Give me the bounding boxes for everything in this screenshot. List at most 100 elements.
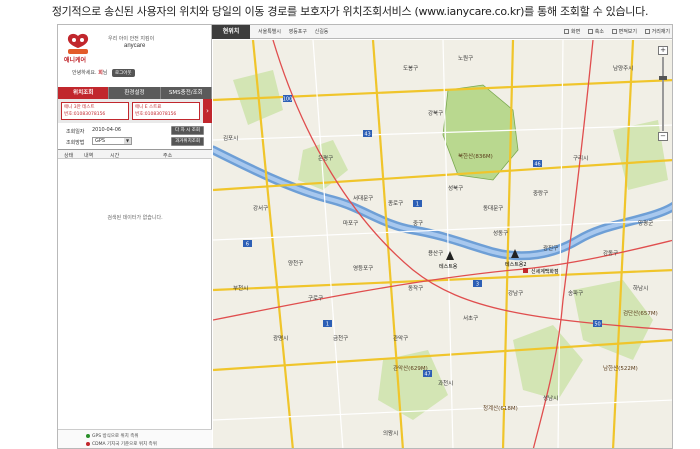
place-label: 구리시: [573, 154, 588, 162]
device-card[interactable]: 애니 E 스트료 번호:01083078156: [132, 102, 200, 120]
place-label: 양평군: [638, 219, 653, 227]
chevron-down-icon: ▼: [124, 138, 131, 144]
svg-text:100: 100: [283, 97, 293, 103]
gps-dot-icon: [86, 433, 90, 438]
place-label: 강서구: [253, 204, 268, 212]
device-card-number: 번호:01083078156: [135, 112, 177, 117]
logout-button[interactable]: 로그아웃: [112, 69, 135, 77]
device-card-name: 애니 3만 테스트: [64, 105, 95, 110]
place-label: 부천시: [233, 284, 248, 292]
device-card-number: 번호:01083078156: [64, 112, 106, 117]
tool-zoom-out[interactable]: 축소: [587, 29, 604, 35]
tool-screen[interactable]: 화면: [564, 29, 580, 35]
svg-text:3: 3: [476, 282, 479, 288]
brand-logo-icon: [67, 33, 89, 54]
greeting-suffix: 님: [102, 70, 108, 76]
legend-label: GPS 방식으로 위치 측위: [92, 434, 139, 439]
query-date-label: 조회일자: [66, 129, 85, 135]
place-label: 용산구: [428, 249, 443, 257]
place-label: 강북구: [428, 110, 443, 117]
query-method-select[interactable]: GPS ▼: [92, 137, 132, 145]
place-label: 관악구: [393, 334, 408, 342]
tab-settings[interactable]: 환경설정: [109, 87, 161, 99]
query-method-label: 조회방법: [66, 140, 85, 146]
next-arrow-icon[interactable]: ›: [203, 99, 212, 123]
place-label: 강남구: [508, 289, 523, 297]
empty-message: 검색된 데이터가 없습니다.: [107, 215, 163, 221]
place-label: 강동구: [603, 250, 618, 257]
query-method-value: GPS: [95, 138, 106, 144]
brand-logo-text: 애니케어: [64, 58, 87, 64]
checkbox-icon: [611, 29, 617, 34]
tab-current-location[interactable]: 현위치: [212, 25, 250, 39]
svg-text:50: 50: [594, 322, 600, 328]
svg-text:47: 47: [424, 372, 430, 378]
svg-text:신세계백화점: 신세계백화점: [531, 268, 559, 275]
place-label: 과천시: [438, 379, 453, 387]
map-toolbar: 화면 축소 면적보기 거리재기: [558, 28, 670, 35]
past-location-button[interactable]: 과거위치조회: [171, 137, 204, 146]
breadcrumb-item[interactable]: 서울특별시: [258, 29, 281, 35]
map-canvas[interactable]: 100 43 1 3 46 1 50 6 47 노원구 도봉구 강북구 성북구 …: [213, 40, 672, 448]
tool-distance[interactable]: 거리재기: [644, 29, 670, 35]
zoom-out-button[interactable]: −: [658, 132, 668, 141]
zoom-in-button[interactable]: +: [658, 46, 668, 55]
svg-text:43: 43: [364, 132, 370, 138]
place-label: 금천구: [333, 334, 348, 342]
device-card[interactable]: 애니 3만 테스트 번호:01083078156: [61, 102, 129, 120]
breadcrumb-item[interactable]: 신길동: [315, 29, 329, 35]
map-graphic: 100 43 1 3 46 1 50 6 47 노원구 도봉구 강북구 성북구 …: [213, 40, 672, 448]
cdma-dot-icon: [86, 441, 90, 446]
col-status: 상태: [64, 153, 74, 159]
page-caption: 정기적으로 송신된 사용자의 위치와 당일의 이동 경로를 보호자가 위치조회서…: [51, 5, 649, 18]
svg-text:테스트용2: 테스트용2: [505, 261, 527, 268]
legend-item: CDMA 기지국 기준으로 위치 측위: [86, 441, 157, 447]
checkbox-icon: [587, 29, 593, 34]
query-date-button[interactable]: 다 자 시 조회: [171, 126, 204, 135]
app-window: 애니케어 우리 아이 안전 지킴이 anycare 안녕하세요. 희님 로그아웃…: [57, 24, 673, 449]
checkbox-icon: [564, 29, 569, 34]
breadcrumb-item[interactable]: 영등포구: [289, 29, 307, 35]
col-address: 주소: [163, 153, 173, 159]
place-label: 남양주시: [613, 64, 633, 72]
place-label: 성북구: [448, 184, 463, 192]
place-label: 종로구: [388, 200, 403, 207]
place-label: 영등포구: [353, 264, 373, 272]
svg-text:1: 1: [326, 322, 329, 328]
map-header: 현위치 서울특별시 영등포구 신길동 화면 축소 면적보기 거리재기: [212, 25, 672, 39]
place-label: 성동구: [493, 229, 508, 237]
query-date-row: 조회일자 2010-04-06 다 자 시 조회: [58, 126, 212, 136]
mountain-label: 청계산(618M): [483, 404, 518, 412]
place-label: 서대문구: [353, 194, 373, 202]
legend: GPS 방식으로 위치 측위 CDMA 기지국 기준으로 위치 측위: [58, 429, 212, 448]
place-label: 양천구: [288, 259, 303, 267]
query-date-value[interactable]: 2010-04-06: [92, 127, 121, 133]
place-label: 김포시: [223, 135, 238, 142]
legend-label: CDMA 기지국 기준으로 위치 측위: [92, 442, 157, 447]
tool-area[interactable]: 면적보기: [611, 29, 637, 35]
svg-text:46: 46: [534, 162, 540, 168]
place-label: 서초구: [463, 314, 478, 322]
place-label: 중구: [413, 220, 423, 227]
place-label: 동작구: [408, 285, 423, 292]
list-header: 상태 내역 시간 주소: [58, 149, 212, 159]
mountain-label: 검단산(657M): [623, 309, 658, 317]
tab-location-query[interactable]: 위치조회: [58, 87, 110, 99]
device-card-name: 애니 E 스트료: [135, 105, 162, 110]
mountain-label: 남한산(522M): [603, 364, 638, 372]
place-label: 동대문구: [483, 204, 503, 212]
place-label: 노원구: [458, 54, 473, 62]
place-label: 마포구: [343, 219, 358, 227]
place-label: 광진구: [543, 244, 558, 252]
zoom-slider-handle[interactable]: [659, 76, 667, 80]
sidebar-tabs: 위치조회 환경설정 SMS충전/조회: [58, 87, 212, 99]
mountain-label: 관악산(629M): [393, 364, 428, 372]
breadcrumb: 서울특별시 영등포구 신길동: [258, 28, 334, 35]
sidebar: 애니케어 우리 아이 안전 지킴이 anycare 안녕하세요. 희님 로그아웃…: [58, 25, 212, 448]
svg-text:1: 1: [416, 202, 419, 208]
tab-sms[interactable]: SMS충전/조회: [160, 87, 212, 99]
place-label: 중랑구: [533, 190, 548, 197]
col-time: 시간: [110, 153, 120, 159]
zoom-track[interactable]: [662, 57, 664, 131]
greeting-prefix: 안녕하세요.: [72, 70, 97, 76]
